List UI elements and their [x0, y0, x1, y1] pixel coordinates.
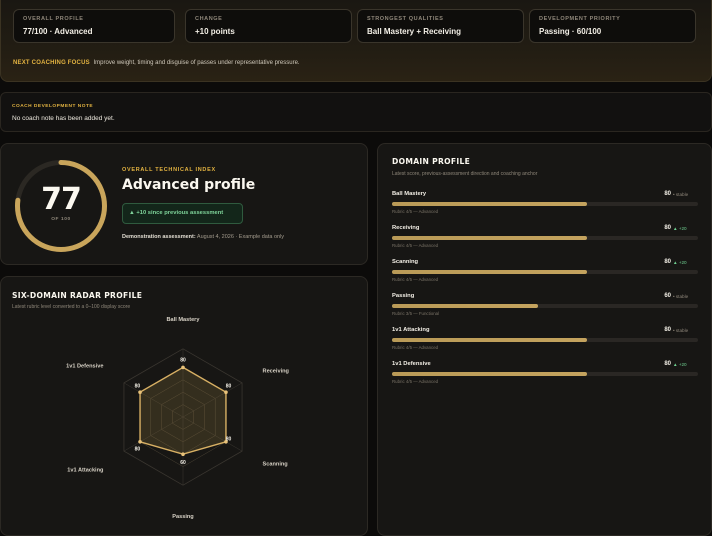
domain-bar-track — [392, 304, 698, 308]
domain-score: 60 — [664, 293, 671, 299]
domain-name: Passing — [392, 293, 415, 299]
radar-axis-label: Passing — [172, 514, 194, 520]
domain-name: Ball Mastery — [392, 191, 427, 197]
assessment-detail: August 4, 2026 · Example data only — [196, 234, 285, 240]
radar-axis-label: Receiving — [263, 369, 290, 375]
radar-point — [138, 440, 142, 444]
domain-rubric-note: Rubric 3/5 — Functional — [392, 311, 440, 316]
domain-trend: ▲ +20 — [673, 362, 687, 367]
domain-score: 80 — [664, 191, 671, 197]
radar-value-label: 80 — [226, 384, 232, 390]
domain-profile-title: DOMAIN PROFILE — [392, 157, 471, 166]
radar-axis-label: 1v1 Defensive — [66, 364, 103, 370]
radar-chart: 80 Ball Mastery 80 Receiving 80 Scanning 60 Pas… — [66, 317, 290, 520]
domain-row: Receiving 80 ▲ +20 Rubric 4/5 — Advanced — [392, 225, 698, 255]
coach-note-label: COACH DEVELOPMENT NOTE — [12, 104, 94, 109]
domain-row: Passing 60 • stable Rubric 3/5 — Functio… — [392, 293, 698, 323]
domain-score: 80 — [664, 361, 671, 367]
assessment-info: Demonstration assessment: August 4, 2026… — [122, 234, 284, 240]
domain-row: 1v1 Defensive 80 ▲ +20 Rubric 4/5 — Adva… — [392, 361, 698, 391]
focus-text: Improve weight, timing and disguise of p… — [93, 60, 300, 66]
domain-name: Receiving — [392, 225, 420, 231]
radar-series-area — [139, 366, 227, 455]
domain-bar-fill — [392, 338, 588, 342]
domain-bar-fill — [392, 304, 539, 308]
radar-axis-label: 1v1 Attacking — [67, 468, 104, 474]
domain-score: 80 — [664, 259, 671, 265]
domain-bar-track — [392, 372, 698, 376]
radar-value-label: 80 — [180, 357, 186, 363]
strongest-qualities-card: STRONGEST QUALITIES Ball Mastery + Recei… — [357, 9, 524, 43]
domain-bar-fill — [392, 372, 588, 376]
radar-point — [181, 452, 185, 456]
domain-trend: • stable — [673, 192, 689, 197]
stat-label: CHANGE — [195, 16, 223, 22]
score-of-label: OF 100 — [51, 217, 71, 222]
stat-label: STRONGEST QUALITIES — [367, 16, 444, 22]
domain-trend: ▲ +20 — [673, 226, 687, 231]
domain-bar-track — [392, 270, 698, 274]
focus-label: NEXT COACHING FOCUS — [13, 60, 90, 66]
profile-title: Advanced profile — [122, 177, 256, 193]
stat-label: DEVELOPMENT PRIORITY — [539, 16, 621, 22]
domain-profile-subtitle: Latest score, previous-assessment direct… — [392, 171, 538, 177]
domain-name: 1v1 Attacking — [392, 327, 430, 333]
technical-index-label: OVERALL TECHNICAL INDEX — [122, 167, 216, 173]
radar-axis-label: Scanning — [263, 462, 289, 468]
next-coaching-focus: NEXT COACHING FOCUS Improve weight, timi… — [13, 60, 300, 66]
radar-value-label: 60 — [180, 460, 186, 466]
stat-value: +10 points — [195, 27, 235, 36]
radar-point — [224, 390, 228, 394]
coach-note-panel: COACH DEVELOPMENT NOTE No coach note has… — [0, 92, 712, 132]
stat-value: Ball Mastery + Receiving — [367, 27, 462, 36]
domain-bar-track — [392, 338, 698, 342]
domain-rubric-note: Rubric 4/5 — Advanced — [392, 277, 439, 282]
assessment-label: Demonstration assessment: — [122, 234, 196, 240]
domain-bar-track — [392, 236, 698, 240]
development-priority-card: DEVELOPMENT PRIORITY Passing · 60/100 — [529, 9, 696, 43]
overall-score-value: 77 — [41, 182, 82, 217]
domain-name: 1v1 Defensive — [392, 361, 431, 367]
domain-score: 80 — [664, 225, 671, 231]
change-badge: ▲ +10 since previous assessment — [122, 203, 243, 224]
domain-row: 1v1 Attacking 80 • stable Rubric 4/5 — A… — [392, 327, 698, 357]
domain-bar-fill — [392, 202, 588, 206]
domain-trend: • stable — [673, 328, 689, 333]
domain-rubric-note: Rubric 4/5 — Advanced — [392, 209, 439, 214]
radar-value-label: 80 — [135, 384, 141, 390]
radar-value-label: 80 — [226, 436, 232, 442]
domain-rubric-note: Rubric 4/5 — Advanced — [392, 243, 439, 248]
coach-note-text: No coach note has been added yet. — [12, 115, 115, 122]
radar-point — [181, 365, 185, 370]
radar-axis-label: Ball Mastery — [167, 317, 201, 323]
stat-value: Passing · 60/100 — [539, 27, 602, 36]
domain-name: Scanning — [392, 259, 419, 265]
stat-value: 77/100 · Advanced — [23, 27, 93, 36]
domain-trend: ▲ +20 — [673, 260, 687, 265]
domain-row: Scanning 80 ▲ +20 Rubric 4/5 — Advanced — [392, 259, 698, 289]
domain-rubric-note: Rubric 4/5 — Advanced — [392, 345, 439, 350]
domain-row: Ball Mastery 80 • stable Rubric 4/5 — Ad… — [392, 191, 698, 221]
radar-point — [138, 390, 142, 394]
stat-label: OVERALL PROFILE — [23, 16, 84, 22]
domain-bar-track — [392, 202, 698, 206]
change-card: CHANGE +10 points — [185, 9, 352, 43]
domain-score: 80 — [664, 327, 671, 333]
domain-bar-fill — [392, 270, 588, 274]
domain-rubric-note: Rubric 4/5 — Advanced — [392, 379, 439, 384]
domain-bar-fill — [392, 236, 588, 240]
overall-profile-card: OVERALL PROFILE 77/100 · Advanced — [13, 9, 175, 43]
domain-trend: • stable — [673, 294, 689, 299]
radar-value-label: 80 — [135, 446, 141, 452]
